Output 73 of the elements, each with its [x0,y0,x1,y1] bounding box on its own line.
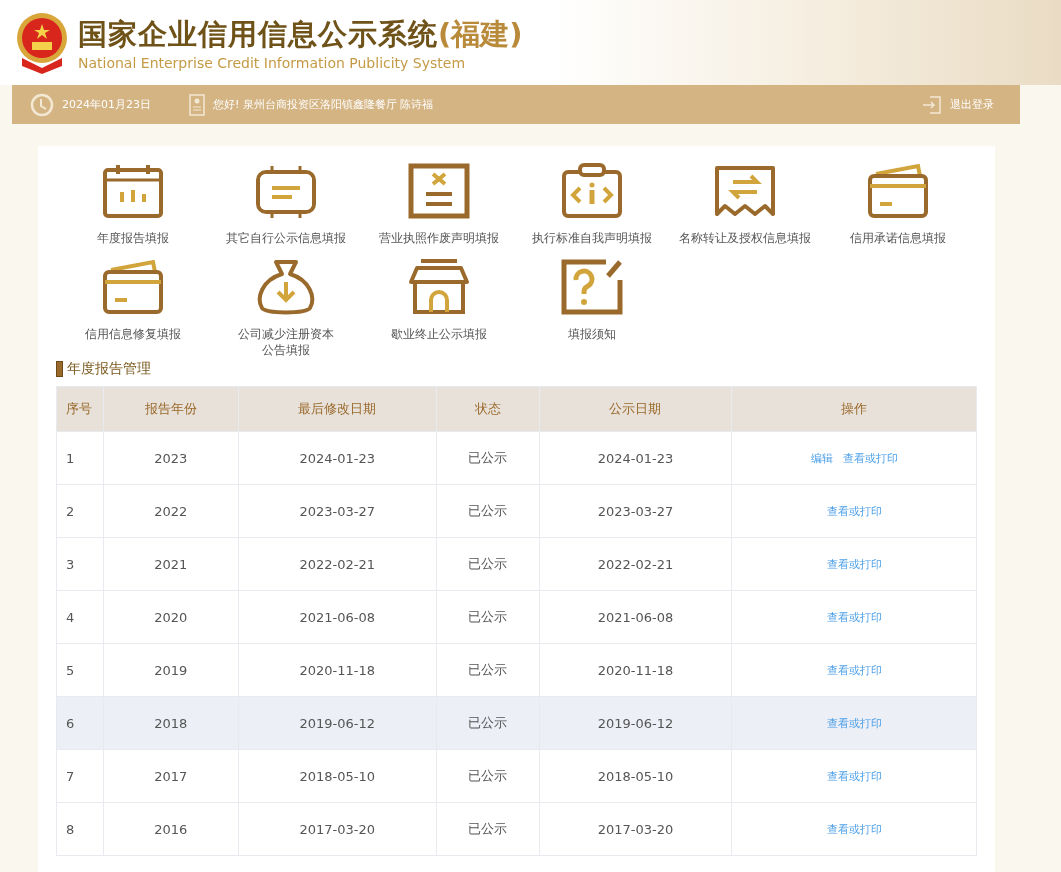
tile-label[interactable]: 执行标准自我声明填报 [531,230,652,246]
table-cell: 4 [56,590,104,644]
clipboard-code-icon[interactable] [559,162,624,220]
column-header: 公示日期 [539,386,732,432]
table-cell: 2023-03-27 [238,484,437,538]
table-cell: 2024-01-23 [238,431,437,485]
table-cell: 2019-06-12 [539,696,732,750]
tile-label[interactable]: 营业执照作废声明填报 [378,230,499,246]
table-cell: 2018 [103,696,239,750]
id-card-icon [189,93,205,116]
column-header: 序号 [56,386,104,432]
table-cell: 2018-05-10 [238,749,437,803]
table-cell: 2020-11-18 [238,643,437,697]
table-cell: 3 [56,537,104,591]
site-title: 国家企业信用信息公示系统 [78,15,438,53]
card-icon[interactable] [865,162,930,220]
table-cell: 2022-02-21 [238,537,437,591]
column-header: 操作 [731,386,977,432]
clock-icon [30,92,54,117]
table-cell: 2019 [103,643,239,697]
table-cell: 2 [56,484,104,538]
question-pencil-icon[interactable] [559,258,624,316]
tile-label[interactable]: 公司减少注册资本公告填报 [235,326,336,358]
section-title: 年度报告管理 [67,360,151,378]
tile-label[interactable]: 名称转让及授权信息填报 [678,230,811,246]
table-cell: 7 [56,749,104,803]
table-cell: 2019-06-12 [238,696,437,750]
table-cell: 5 [56,643,104,697]
shop-icon[interactable] [406,258,471,316]
table-cell: 2018-05-10 [539,749,732,803]
column-header: 报告年份 [103,386,239,432]
table-cell: 2022 [103,484,239,538]
card-icon[interactable] [100,258,165,316]
tile-label[interactable]: 其它自行公示信息填报 [225,230,346,246]
section-marker [56,361,63,377]
table-cell: 2024-01-23 [539,431,732,485]
table-cell: 已公示 [436,802,540,856]
table-cell: 已公示 [436,696,540,750]
site-subtitle: National Enterprise Credit Information Publicity System [78,54,467,71]
table-cell: 6 [56,696,104,750]
table-cell: 2022-02-21 [539,537,732,591]
tile-label[interactable]: 年度报告填报 [96,230,169,246]
table-cell: 1 [56,431,104,485]
date-text: 2024年01月23日 [62,97,151,112]
table-cell: 2016 [103,802,239,856]
tile-label[interactable]: 填报须知 [567,326,616,342]
table-cell: 2023 [103,431,239,485]
table-cell: 2021 [103,537,239,591]
tile-label[interactable]: 信用承诺信息填报 [849,230,946,246]
column-header: 最后修改日期 [238,386,437,432]
region-title: (福建) [438,15,523,53]
table-cell: 2021-06-08 [539,590,732,644]
table-cell: 2021-06-08 [238,590,437,644]
tile-label[interactable]: 信用信息修复填报 [84,326,181,342]
table-cell: 已公示 [436,590,540,644]
emblem-icon [16,11,68,74]
document-cross-icon[interactable] [406,162,471,220]
tile-label[interactable]: 歇业终止公示填报 [390,326,487,342]
table-cell: 2020-11-18 [539,643,732,697]
calendar-chart-icon[interactable] [100,162,165,220]
column-header: 状态 [436,386,540,432]
table-cell: 2020 [103,590,239,644]
table-cell: 2023-03-27 [539,484,732,538]
table-cell: 已公示 [436,749,540,803]
table-cell: 2017-03-20 [238,802,437,856]
table-cell: 已公示 [436,484,540,538]
greeting-text: 您好! 泉州台商投资区洛阳镇鑫隆餐厅 陈诗福 [213,97,434,112]
table-cell: 2017-03-20 [539,802,732,856]
table-cell: 8 [56,802,104,856]
table-cell: 已公示 [436,431,540,485]
table-cell: 已公示 [436,643,540,697]
table-cell: 2017 [103,749,239,803]
table-cell: 已公示 [436,537,540,591]
